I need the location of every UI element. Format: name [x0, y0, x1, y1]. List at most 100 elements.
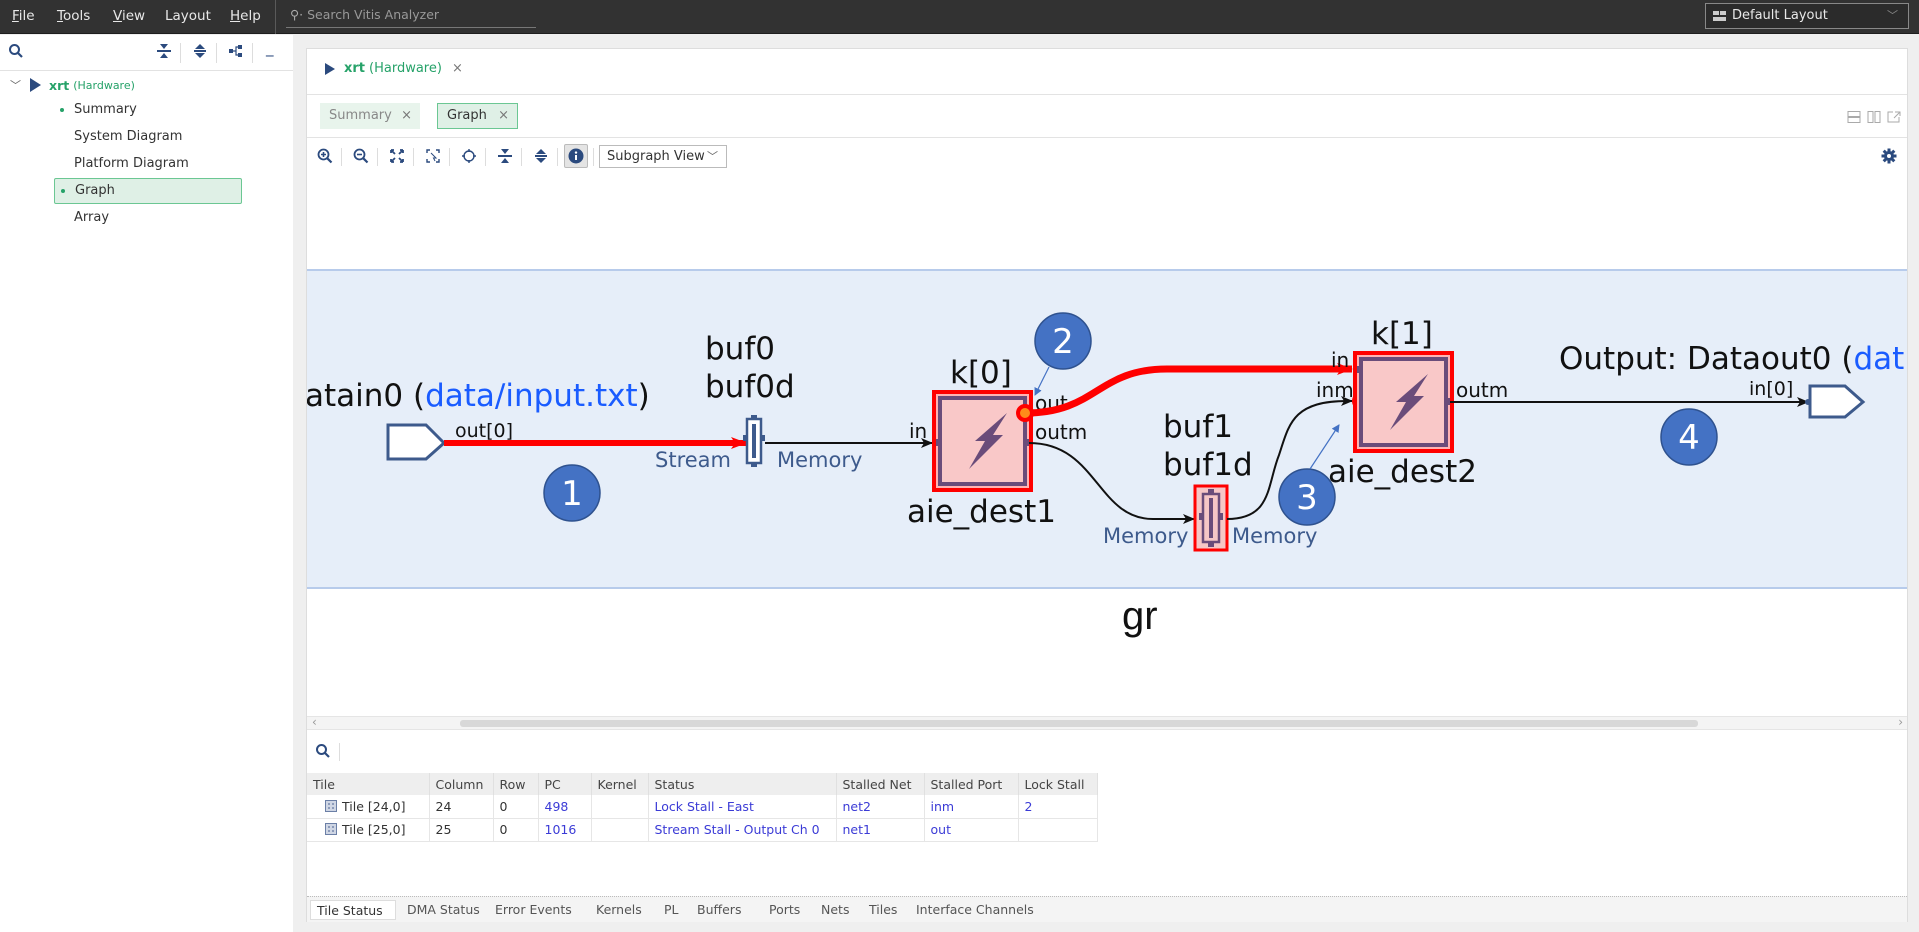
stalled-port-link[interactable]: out — [924, 818, 1019, 842]
split-vertical-icon[interactable] — [1867, 111, 1881, 123]
lock-stall-link[interactable] — [1018, 818, 1098, 842]
sidebar-item-summary[interactable]: Summary — [54, 97, 242, 123]
row-cell: 0 — [493, 795, 539, 819]
subgraph-name: gr — [1122, 594, 1158, 638]
column-header[interactable]: Lock Stall — [1018, 773, 1098, 795]
menu-help[interactable]: Help — [230, 8, 261, 24]
menu-file[interactable]: File — [12, 8, 35, 24]
scroll-right-icon[interactable]: › — [1898, 715, 1903, 729]
kernel-port-label: outm — [1035, 420, 1087, 444]
collapse-all-icon[interactable] — [493, 144, 517, 168]
callout-1-label: 1 — [561, 474, 583, 514]
tab-buffers[interactable]: Buffers — [691, 900, 747, 920]
gear-icon[interactable] — [1881, 148, 1897, 168]
column-header[interactable]: Status — [648, 773, 837, 795]
table-row[interactable]: Tile [25,0] 25 0 1016 Stream Stall - Out… — [307, 818, 1098, 842]
status-link[interactable]: Stream Stall - Output Ch 0 — [648, 818, 837, 842]
hierarchy-icon[interactable] — [228, 43, 244, 63]
stalled-net-link[interactable]: net1 — [836, 818, 925, 842]
tab-graph[interactable]: Graph × — [437, 103, 518, 129]
sidebar-item-platform-diagram[interactable]: Platform Diagram — [54, 151, 242, 177]
buffer-buf1[interactable] — [1193, 484, 1229, 552]
zoom-in-icon[interactable] — [313, 144, 337, 168]
chevron-down-icon[interactable]: ﹀ — [10, 77, 26, 93]
global-search-input[interactable]: ⚲· Search Vitis Analyzer — [286, 4, 536, 28]
table-row[interactable]: Tile [24,0] 24 0 498 Lock Stall - East n… — [307, 795, 1098, 819]
tile-icon — [325, 823, 337, 835]
zoom-out-icon[interactable] — [349, 144, 373, 168]
menu-bar: File Tools View Layout Help ⚲· Search Vi… — [0, 0, 1919, 34]
pc-link[interactable]: 498 — [538, 795, 592, 819]
split-horizontal-icon[interactable] — [1847, 111, 1861, 123]
kernel-port-label: outm — [1456, 378, 1508, 402]
tree-root-xrt[interactable]: ﹀ xrt (Hardware) — [10, 77, 135, 93]
layout-select[interactable]: Default Layout ﹀ — [1705, 3, 1909, 29]
tab-kernels[interactable]: Kernels — [590, 900, 648, 920]
kernel-k0[interactable] — [932, 390, 1033, 492]
menu-view[interactable]: View — [113, 8, 145, 24]
column-header[interactable]: Stalled Port — [924, 773, 1019, 795]
buffer-name: buf0 — [705, 331, 775, 367]
toolbar-divider — [557, 148, 558, 166]
tab-interface-channels[interactable]: Interface Channels — [910, 900, 1040, 920]
stalled-port-link[interactable]: inm — [924, 795, 1019, 819]
run-tab-xrt[interactable]: xrt (Hardware) × — [325, 61, 463, 76]
column-header[interactable]: Column — [429, 773, 494, 795]
tab-pl[interactable]: PL — [658, 900, 685, 920]
tab-tile-status[interactable]: Tile Status — [310, 900, 396, 920]
fit-to-view-icon[interactable] — [385, 144, 409, 168]
sidebar-item-system-diagram[interactable]: System Diagram — [54, 124, 242, 150]
sidebar-item-graph[interactable]: Graph — [54, 178, 242, 204]
close-icon[interactable]: × — [401, 103, 412, 129]
expand-all-icon[interactable] — [529, 144, 553, 168]
tab-dma-status[interactable]: DMA Status — [401, 900, 486, 920]
close-icon[interactable]: × — [498, 104, 509, 127]
scroll-left-icon[interactable]: ‹ — [312, 715, 317, 729]
menu-layout[interactable]: Layout — [165, 8, 211, 24]
kernel-port-label: in — [909, 419, 927, 443]
column-header[interactable]: Row — [493, 773, 539, 795]
graph-toolbar: Subgraph View ﹀ — [307, 139, 1907, 173]
buffer-buf0[interactable] — [743, 415, 765, 467]
search-icon[interactable] — [8, 43, 24, 63]
tab-summary[interactable]: Summary × — [320, 103, 420, 129]
right-gutter — [1908, 48, 1919, 922]
horizontal-scrollbar[interactable]: ‹ › — [307, 715, 1907, 730]
zoom-to-selection-icon[interactable] — [421, 144, 445, 168]
kernel-port-label: inm — [1316, 378, 1354, 402]
sidebar-item-array[interactable]: Array — [54, 205, 242, 231]
column-header[interactable]: Tile — [307, 773, 430, 795]
close-icon[interactable]: × — [452, 61, 463, 76]
scrollbar-thumb[interactable] — [460, 720, 1698, 727]
buffer-right-label: Memory — [777, 448, 862, 472]
column-header[interactable]: Stalled Net — [836, 773, 925, 795]
menu-tools[interactable]: Tools — [57, 8, 90, 24]
pop-out-icon[interactable] — [1887, 111, 1901, 123]
kernel-instance: aie_dest1 — [907, 494, 1056, 530]
pc-link[interactable]: 1016 — [538, 818, 592, 842]
expand-all-icon[interactable] — [193, 43, 207, 63]
toolbar-divider — [413, 148, 414, 166]
layout-icon — [1713, 11, 1726, 21]
buffer-name: buf1 — [1163, 409, 1233, 445]
info-icon[interactable] — [564, 144, 588, 168]
minimize-icon[interactable]: _ — [266, 39, 274, 57]
kernel-k1[interactable] — [1353, 351, 1454, 453]
tab-ports[interactable]: Ports — [763, 900, 806, 920]
toolbar-divider — [449, 148, 450, 166]
kernel-name: k[1] — [1371, 316, 1433, 352]
collapse-all-icon[interactable] — [157, 43, 171, 63]
column-header[interactable]: Kernel — [591, 773, 649, 795]
tab-error-events[interactable]: Error Events — [489, 900, 578, 920]
view-mode-select[interactable]: Subgraph View ﹀ — [599, 145, 727, 168]
status-link[interactable]: Lock Stall - East — [648, 795, 837, 819]
stalled-net-link[interactable]: net2 — [836, 795, 925, 819]
center-icon[interactable] — [457, 144, 481, 168]
graph-canvas[interactable]: atain0 (data/input.txt) out[0] buf0 buf0… — [307, 173, 1907, 716]
toolbar-divider — [252, 43, 253, 63]
tab-nets[interactable]: Nets — [815, 900, 855, 920]
lock-stall-link[interactable]: 2 — [1018, 795, 1098, 819]
tab-tiles[interactable]: Tiles — [863, 900, 903, 920]
search-icon[interactable] — [315, 743, 331, 763]
column-header[interactable]: PC — [538, 773, 592, 795]
